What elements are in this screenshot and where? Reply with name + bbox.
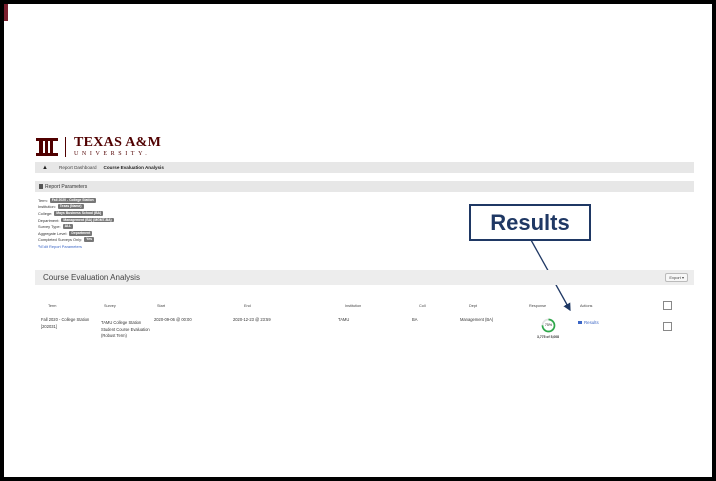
- col-survey[interactable]: Survey: [104, 304, 116, 308]
- edit-link-label: Edit Report Parameters: [41, 243, 82, 249]
- param-value: Fall 2020 - College Station: [49, 197, 96, 203]
- survey-line-3: (Robust Term): [101, 333, 127, 339]
- home-icon[interactable]: ▲: [42, 165, 51, 171]
- col-actions: Actions: [580, 304, 593, 308]
- logo-line-1: TEXAS A&M: [74, 135, 162, 150]
- logo-wordmark: TEXAS A&M UNIVERSITY.: [74, 135, 162, 158]
- col-coll[interactable]: Coll: [419, 304, 426, 308]
- cell-start: 2020-09-06 @ 00:00: [154, 317, 192, 322]
- response-count: 3,775 of 5,008: [537, 335, 560, 339]
- param-value: Texas (Name): [57, 204, 84, 210]
- course-evaluation-title: Course Evaluation Analysis: [43, 273, 140, 282]
- report-parameters-header: Report Parameters: [35, 181, 694, 192]
- param-value: ALL: [62, 224, 74, 230]
- course-evaluation-header: Course Evaluation Analysis Export ▾: [35, 270, 694, 285]
- cell-end: 2020-12-23 @ 23:59: [233, 317, 271, 322]
- cell-term: Fall 2020 - College Station [202031]: [41, 317, 89, 330]
- select-all-checkbox[interactable]: [663, 301, 672, 310]
- document-icon: [39, 184, 43, 189]
- col-response[interactable]: Response: [529, 304, 546, 308]
- breadcrumb-current: Course Evaluation Analysis: [103, 165, 164, 170]
- results-link-label: Results: [584, 320, 599, 325]
- param-value: Management (BA) (MGMT-BA): [61, 217, 114, 223]
- export-button[interactable]: Export ▾: [665, 273, 688, 282]
- row-select-checkbox[interactable]: [663, 322, 672, 331]
- response-percent: 75%: [544, 323, 553, 327]
- tamu-logo[interactable]: TEXAS A&M UNIVERSITY.: [35, 136, 161, 157]
- col-dept[interactable]: Dept: [469, 304, 477, 308]
- logo-divider: [65, 136, 66, 157]
- report-parameters-list: Term: Fall 2020 - College Station Institu…: [38, 197, 114, 250]
- param-value: Mays Business School (BA): [54, 211, 104, 216]
- col-end[interactable]: End: [244, 304, 251, 308]
- cell-survey: TAMU College Station Student Course Eval…: [101, 320, 150, 340]
- term-name: Fall 2020 - College Station: [41, 317, 90, 322]
- survey-line-2: Student Course Evaluation: [101, 326, 150, 332]
- results-link[interactable]: Results: [578, 320, 599, 325]
- breadcrumb-report-dashboard[interactable]: Report Dashboard: [59, 165, 97, 170]
- edit-report-parameters-link[interactable]: ✎ Edit Report Parameters: [38, 243, 114, 250]
- col-start[interactable]: Start: [157, 304, 165, 308]
- screenshot-frame: TEXAS A&M UNIVERSITY. ▲ Report Dashboard…: [4, 4, 712, 477]
- survey-line-1: TAMU College Station: [101, 320, 142, 325]
- results-callout: Results: [469, 204, 591, 241]
- cell-dept: Management (BA): [460, 317, 494, 322]
- term-code: [202031]: [41, 323, 57, 329]
- cell-institution: TAMU: [338, 317, 350, 322]
- cell-coll: BA: [412, 317, 418, 322]
- param-value: Yes: [84, 237, 94, 243]
- breadcrumb: ▲ Report Dashboard Course Evaluation Ana…: [35, 162, 694, 173]
- col-institution[interactable]: Institution: [345, 304, 361, 308]
- bar-chart-icon: [578, 321, 582, 324]
- report-parameters-title: Report Parameters: [45, 183, 88, 190]
- corner-accent: [4, 4, 8, 21]
- atm-monogram-icon: [35, 137, 59, 157]
- param-value: Department: [69, 230, 93, 236]
- col-term[interactable]: Term: [48, 304, 56, 308]
- logo-line-2: UNIVERSITY.: [74, 151, 151, 157]
